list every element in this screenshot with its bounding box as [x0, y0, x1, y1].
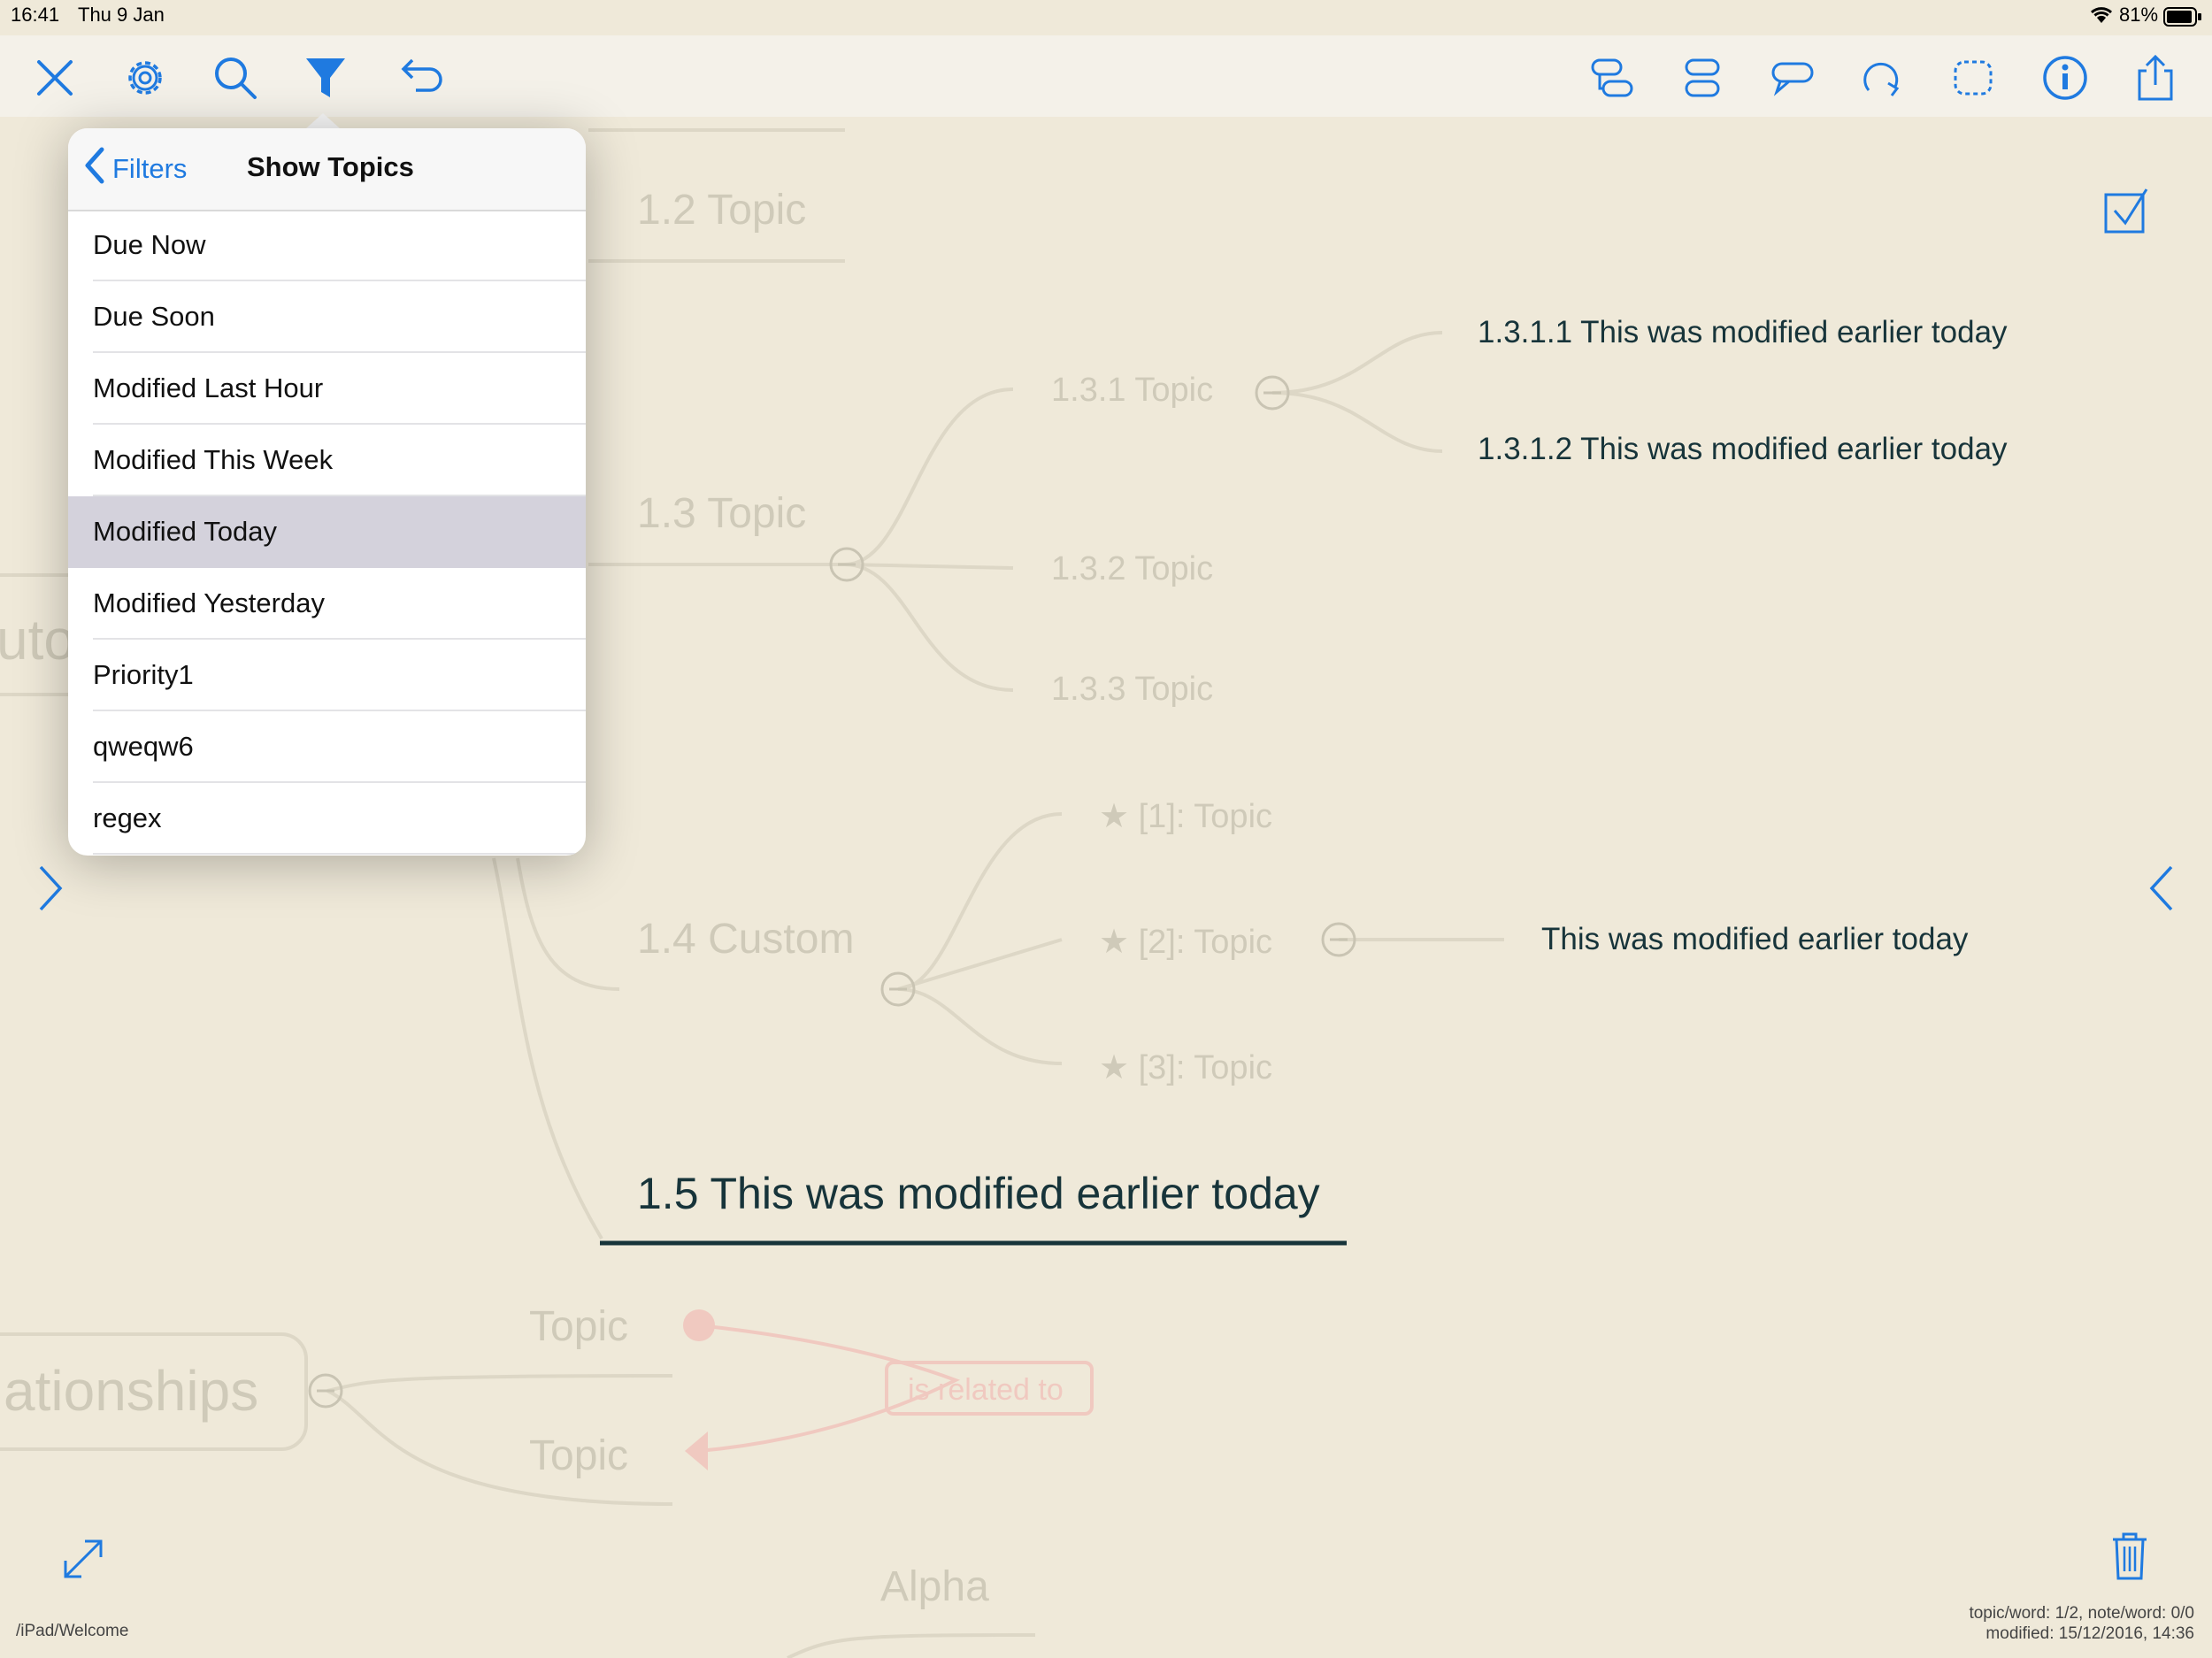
topic-1-4[interactable]: 1.4 Custom	[637, 915, 854, 963]
document-path: /iPad/Welcome	[16, 1622, 129, 1640]
partial-topic-left[interactable]: uto	[0, 607, 75, 672]
stats-line-2: modified: 15/12/2016, 14:36	[1985, 1624, 2194, 1643]
filter-item-label: regex	[93, 802, 162, 833]
topic-1-2[interactable]: 1.2 Topic	[637, 186, 806, 234]
chevron-back-icon	[81, 146, 107, 192]
star-icon: ★	[1099, 924, 1139, 961]
filter-item[interactable]: Modified This Week	[93, 425, 586, 496]
topic-1-3-1-1[interactable]: 1.3.1.1 This was modified earlier today	[1478, 315, 2008, 350]
checkbox-icon[interactable]	[2102, 186, 2152, 235]
filter-item-label: Priority1	[93, 658, 194, 690]
show-topics-popover: Filters Show Topics Due Now Due Soon Modif…	[68, 128, 586, 856]
filters-back-button[interactable]: Filters	[81, 146, 187, 192]
filter-item[interactable]: Due Now	[93, 210, 586, 281]
topic-1-3-2[interactable]: 1.3.2 Topic	[1051, 550, 1213, 588]
custom-topic-2-child[interactable]: This was modified earlier today	[1541, 922, 1968, 957]
relationship-topic-b[interactable]: Topic	[529, 1432, 628, 1480]
filter-item-label: Modified Yesterday	[93, 587, 325, 618]
trash-icon[interactable]	[2109, 1531, 2150, 1582]
relationships-topic[interactable]: ationships	[4, 1358, 258, 1424]
star-icon: ★	[1099, 1049, 1139, 1086]
topic-1-3-1[interactable]: 1.3.1 Topic	[1051, 372, 1213, 410]
filter-item-label: qweqw6	[93, 730, 194, 762]
filter-item[interactable]: Priority1	[93, 640, 586, 711]
filter-item-label: Modified Today	[93, 515, 277, 547]
topic-alpha[interactable]: Alpha	[880, 1562, 989, 1611]
filter-item[interactable]: Modified Yesterday	[93, 568, 586, 640]
filters-back-label: Filters	[112, 153, 188, 184]
star-icon: ★	[1099, 798, 1139, 835]
custom-topic-2[interactable]: ★ [2]: Topic	[1099, 922, 1272, 962]
relationship-label[interactable]: is related to	[908, 1373, 1064, 1408]
chevron-left-icon[interactable]	[2145, 860, 2180, 917]
filter-item[interactable]: Due Soon	[93, 281, 586, 353]
filter-item-label: Modified This Week	[93, 443, 334, 475]
filter-item[interactable]: Modified Today	[68, 496, 586, 568]
filter-item[interactable]: regex	[93, 783, 586, 855]
topic-1-5[interactable]: 1.5 This was modified earlier today	[637, 1168, 1320, 1219]
popover-arrow	[305, 113, 341, 129]
topic-1-3[interactable]: 1.3 Topic	[637, 489, 806, 538]
topic-1-3-1-2[interactable]: 1.3.1.2 This was modified earlier today	[1478, 432, 2008, 467]
filter-item-label: Due Soon	[93, 300, 215, 332]
popover-title: Show Topics	[247, 151, 414, 182]
topic-1-3-3[interactable]: 1.3.3 Topic	[1051, 671, 1213, 709]
filter-item-label: Modified Last Hour	[93, 372, 324, 403]
expand-icon[interactable]	[58, 1534, 108, 1584]
filter-item[interactable]: qweqw6	[93, 711, 586, 783]
filter-list: Due Now Due Soon Modified Last Hour Modifie…	[68, 210, 586, 855]
chevron-right-icon[interactable]	[32, 860, 67, 917]
custom-topic-3[interactable]: ★ [3]: Topic	[1099, 1048, 1272, 1087]
filter-item[interactable]: Modified Last Hour	[93, 353, 586, 425]
popover-header: Filters Show Topics	[68, 128, 586, 211]
custom-topic-1[interactable]: ★ [1]: Topic	[1099, 796, 1272, 836]
filter-item-label: Due Now	[93, 228, 206, 260]
relationship-topic-a[interactable]: Topic	[529, 1302, 628, 1351]
stats-line-1: topic/word: 1/2, note/word: 0/0	[1969, 1604, 2194, 1623]
